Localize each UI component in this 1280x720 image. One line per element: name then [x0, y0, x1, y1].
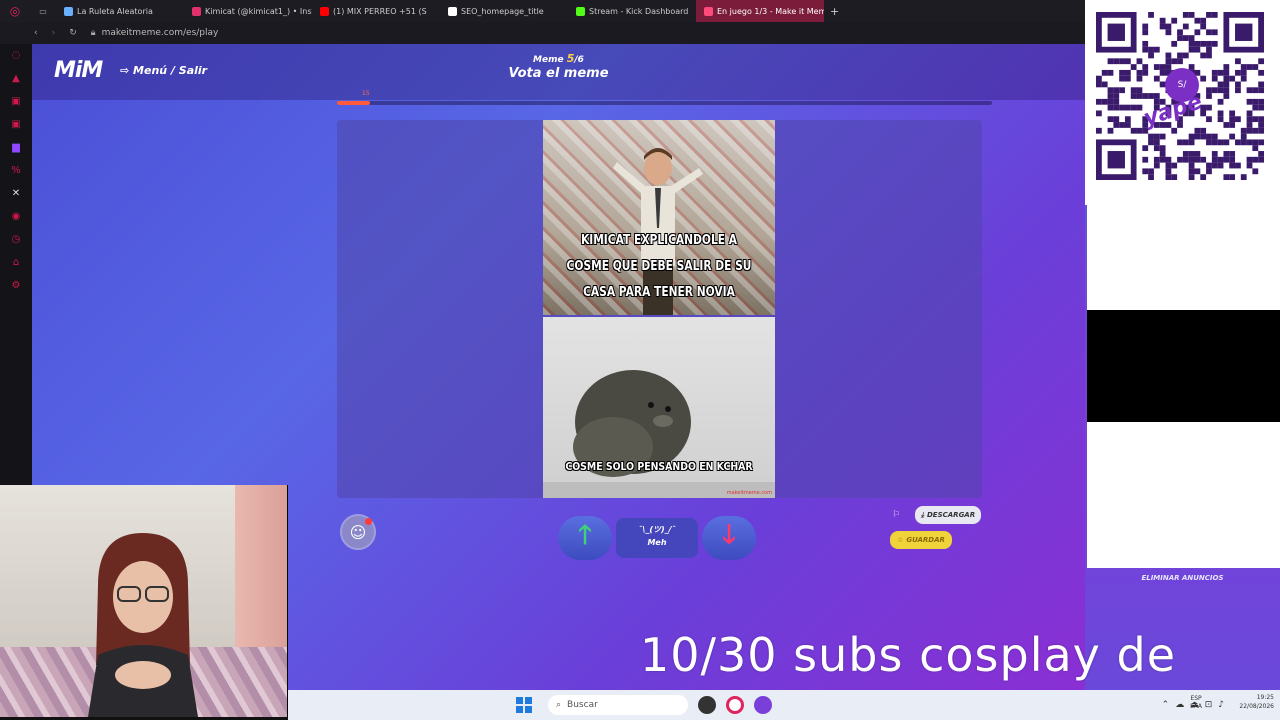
clock-icon[interactable]: ◷	[12, 234, 21, 245]
search-icon: ⌕	[556, 700, 562, 710]
streamer-image	[88, 533, 198, 717]
tab-label: En juego 1/3 - Make it Mem	[717, 6, 824, 16]
download-label: DESCARGAR	[926, 511, 976, 519]
meme-watermark: makeitmeme.com	[726, 490, 772, 496]
meh-button[interactable]: ¯\_(ツ)_/¯ Meh	[616, 518, 698, 558]
meh-label: Meh	[647, 538, 667, 547]
tab-instagram[interactable]: Kimicat (@kimicat1_) • Inst	[184, 0, 312, 22]
meme-counter: Meme 5/6	[32, 52, 1085, 65]
tab-label: SEO_homepage_title	[461, 6, 544, 16]
taskbar: ⌕ Buscar ⌃☁⏏⊡♪ ESP LAA 19:25 22/08/2026	[288, 690, 1280, 720]
download-button[interactable]: ⤓ DESCARGAR	[915, 506, 981, 524]
tab-label: La Ruleta Aleatoria	[77, 6, 153, 16]
whatsapp-icon[interactable]: ▣	[11, 119, 20, 130]
settings-icon[interactable]: ⚙	[12, 280, 21, 291]
upvote-button[interactable]: 🡑	[558, 516, 612, 560]
time: 19:25	[1256, 694, 1274, 701]
clock[interactable]: 19:25 22/08/2026	[1239, 693, 1274, 711]
downvote-button[interactable]: 🡓	[702, 516, 756, 560]
meme-bottom-caption: COSME SOLO PENSANDO EN KCHAR	[565, 460, 753, 473]
webcam-overlay	[0, 485, 288, 717]
shrug-text: ¯\_(ツ)_/¯	[638, 525, 676, 534]
lang-top: ESP	[1190, 695, 1202, 702]
url-field[interactable]: makeitmeme.com/es/play	[102, 28, 219, 38]
browser-sidebar: ◌ ▲ ▣ ▣ ▆ % ✕ ◉ ◷ ⌂ ⚙	[0, 44, 32, 490]
smiley-icon: ☺	[349, 522, 367, 542]
opera-taskbar-icon[interactable]	[726, 696, 744, 714]
twitch-icon[interactable]: ▆	[12, 142, 20, 153]
opera-icon[interactable]: ◌	[12, 50, 21, 61]
ad-slot[interactable]	[1087, 205, 1280, 310]
arrow-up-icon: 🡑	[578, 520, 592, 550]
tab-label: (1) MIX PERREO +51 (S	[333, 6, 427, 16]
ad-slot-video[interactable]	[1087, 310, 1280, 422]
meme-stage: KIMICAT EXPLICANDOLE A COSME QUE DEBE SA…	[337, 120, 982, 498]
language-indicator[interactable]: ESP LAA	[1190, 695, 1202, 711]
meme-top-panel: KIMICAT EXPLICANDOLE A COSME QUE DEBE SA…	[543, 120, 775, 315]
percent-icon[interactable]: %	[11, 165, 21, 176]
page-title: Vota el meme	[508, 66, 609, 81]
report-flag-icon[interactable]: ⚐	[892, 510, 900, 520]
save-button[interactable]: ☆ GUARDAR	[890, 531, 952, 549]
counter-prefix: Meme	[533, 55, 564, 65]
back-icon[interactable]: ‹	[34, 28, 38, 38]
taskbar-search[interactable]: ⌕ Buscar	[548, 695, 688, 715]
kick-icon	[576, 6, 585, 16]
arrow-down-icon: 🡓	[722, 520, 736, 550]
reaction-button[interactable]: ☺	[340, 514, 376, 550]
tab-tiktok[interactable]: SEO_homepage_title	[440, 0, 568, 22]
tab-label: Stream - Kick Dashboard	[589, 6, 689, 16]
tab-youtube[interactable]: (1) MIX PERREO +51 (S	[312, 0, 440, 22]
forward-icon[interactable]: ›	[52, 28, 56, 38]
tab-kick[interactable]: Stream - Kick Dashboard	[568, 0, 696, 22]
shop-icon[interactable]: ▲	[12, 73, 20, 84]
windows-start-icon[interactable]	[516, 697, 532, 713]
youtube-icon	[320, 6, 329, 16]
meme-bottom-panel: COSME SOLO PENSANDO EN KCHAR makeitmeme.…	[543, 317, 775, 498]
obs-icon[interactable]	[698, 696, 716, 714]
download-icon: ⤓	[920, 510, 924, 519]
tab-makeitmeme[interactable]: En juego 1/3 - Make it Mem	[696, 0, 824, 22]
vote-controls: 🡑 ¯\_(ツ)_/¯ Meh 🡓	[558, 514, 756, 562]
remove-ads-link[interactable]: ELIMINAR ANUNCIOS	[1085, 574, 1280, 582]
lang-bottom: LAA	[1190, 703, 1202, 710]
save-label: GUARDAR	[906, 536, 945, 544]
music-icon[interactable]: ▣	[11, 96, 20, 107]
tiktok-icon	[448, 6, 457, 16]
meme-image: KIMICAT EXPLICANDOLE A COSME QUE DEBE SA…	[543, 120, 775, 498]
meme-top-caption: KIMICAT EXPLICANDOLE A COSME QUE DEBE SA…	[566, 233, 752, 300]
timer-label: 15	[362, 90, 370, 97]
opera-logo-icon[interactable]: ◎	[0, 4, 30, 18]
address-bar: ‹ › ↻ 🔒︎ makeitmeme.com/es/play	[0, 22, 1085, 44]
tab-favicon-icon	[64, 6, 73, 16]
x-icon[interactable]: ✕	[12, 188, 20, 199]
new-tab-button[interactable]: +	[824, 5, 839, 18]
history-icon[interactable]: ◉	[12, 211, 21, 222]
lock-icon: 🔒︎	[90, 28, 96, 38]
yape-qr-box: S/ yape	[1085, 0, 1280, 205]
star-icon: ☆	[897, 536, 904, 544]
date: 22/08/2026	[1239, 703, 1274, 710]
makeitmeme-icon	[704, 6, 713, 16]
stream-caption: 10/30 subs cosplay de	[640, 628, 1177, 682]
discord-icon[interactable]	[754, 696, 772, 714]
counter-total: /6	[574, 55, 584, 65]
instagram-icon	[192, 6, 201, 16]
bookmark-icon[interactable]: ⌂	[13, 257, 19, 268]
timer-fill	[337, 101, 370, 105]
tab-ruleta[interactable]: La Ruleta Aleatoria	[56, 0, 184, 22]
search-placeholder: Buscar	[567, 700, 598, 710]
browser-tab-bar: ◎ ▭ La Ruleta Aleatoria Kimicat (@kimica…	[0, 0, 1085, 22]
timer-bar	[337, 101, 992, 105]
notification-dot	[365, 518, 372, 525]
reload-icon[interactable]: ↻	[69, 28, 77, 38]
workspace-icon[interactable]: ▭	[30, 7, 56, 16]
ad-slot-2[interactable]	[1087, 422, 1280, 568]
tab-label: Kimicat (@kimicat1_) • Inst	[205, 6, 312, 16]
right-panel: S/ yape ELIMINAR ANUNCIOS	[1085, 0, 1280, 690]
